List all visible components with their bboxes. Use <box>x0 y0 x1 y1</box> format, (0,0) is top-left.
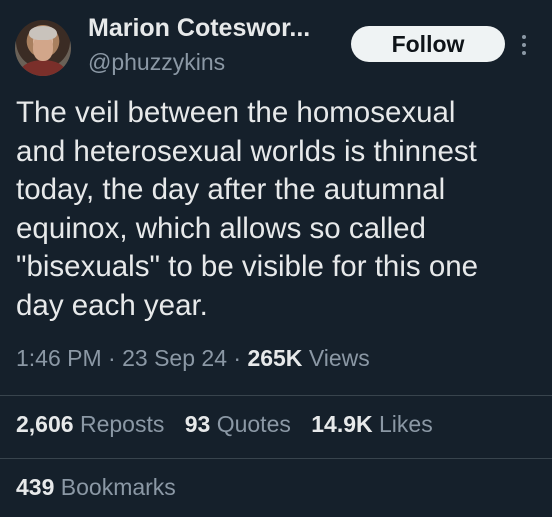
tweet-text-line: "bisexuals" to be visible for this one <box>16 250 479 283</box>
author-display-name[interactable]: Marion Coteswor... <box>88 14 310 43</box>
meta-separator: · <box>108 345 116 371</box>
quotes-stat[interactable]: 93 Quotes <box>185 411 291 438</box>
tweet-date[interactable]: 23 Sep 24 <box>122 345 227 371</box>
more-dot <box>522 51 526 55</box>
tweet-time[interactable]: 1:46 PM <box>16 345 102 371</box>
tweet-meta: 1:46 PM · 23 Sep 24 · 265K Views <box>16 345 370 372</box>
author-handle[interactable]: @phuzzykins <box>88 49 225 76</box>
likes-label: Likes <box>379 411 433 437</box>
likes-stat[interactable]: 14.9K Likes <box>311 411 432 438</box>
engagement-stats: 2,606 Reposts 93 Quotes 14.9K Likes <box>16 411 447 438</box>
tweet-text-line: today, the day after the autumnal <box>16 173 446 206</box>
bookmarks-count: 439 <box>16 474 55 500</box>
follow-button[interactable]: Follow <box>351 26 505 62</box>
divider <box>0 458 552 459</box>
views-count: 265K <box>247 345 303 371</box>
avatar-shirt <box>21 60 65 76</box>
avatar-hair <box>29 26 57 40</box>
more-dot <box>522 43 526 47</box>
more-vertical-icon[interactable] <box>514 30 534 60</box>
likes-count: 14.9K <box>311 411 373 437</box>
views-label: Views <box>308 345 370 371</box>
bookmarks-label: Bookmarks <box>60 474 176 500</box>
tweet-text-line: day each year. <box>16 288 208 322</box>
meta-separator: · <box>233 345 242 371</box>
more-dot <box>522 35 526 39</box>
reposts-stat[interactable]: 2,606 Reposts <box>16 411 164 438</box>
bookmarks-stat[interactable]: 439 Bookmarks <box>16 474 176 501</box>
quotes-label: Quotes <box>216 411 291 437</box>
tweet-text-line: equinox, which allows so called <box>16 211 426 245</box>
divider <box>0 395 552 396</box>
reposts-count: 2,606 <box>16 411 74 437</box>
tweet-text-line: The veil between the homosexual <box>16 96 456 129</box>
avatar[interactable] <box>15 20 71 76</box>
reposts-label: Reposts <box>79 411 165 437</box>
tweet-text-line: and heterosexual worlds is thinnest <box>16 134 477 168</box>
tweet-text: The veil between the homosexual and hete… <box>16 94 541 325</box>
quotes-count: 93 <box>184 411 211 437</box>
